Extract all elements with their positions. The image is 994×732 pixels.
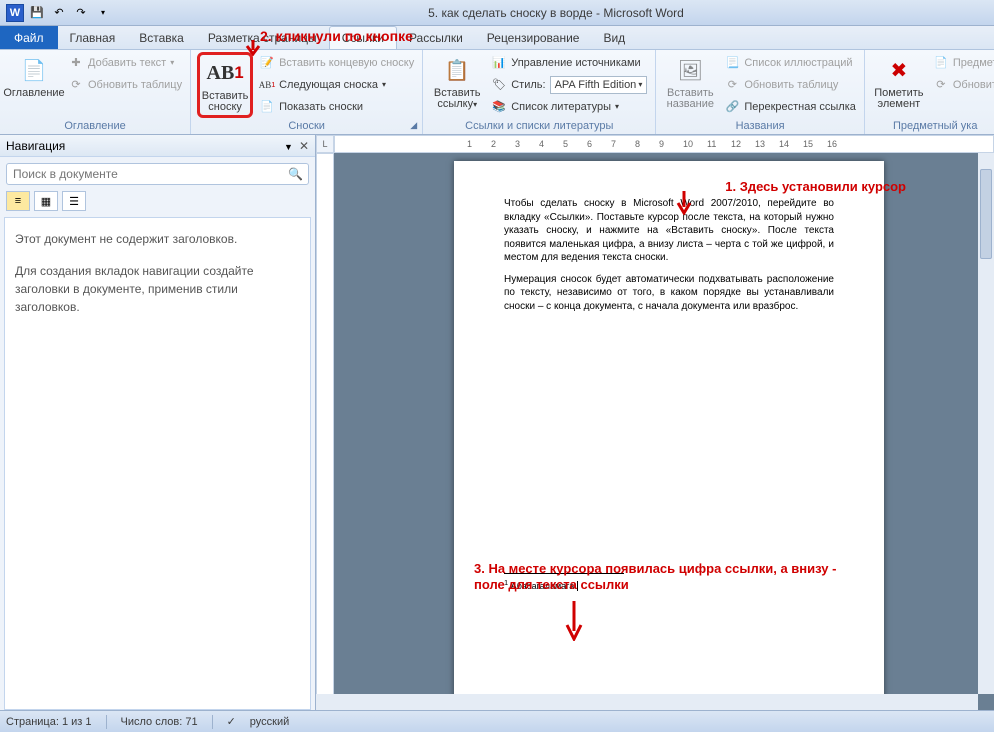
window-title: 5. как сделать сноску в ворде - Microsof… (118, 6, 994, 20)
next-footnote-button[interactable]: AB1Следующая сноска ▾ (257, 74, 416, 95)
manage-sources-button[interactable]: 📊Управление источниками (489, 52, 649, 73)
index-icon: 📄 (933, 55, 949, 71)
insert-footnote-button[interactable]: AB1 Вставить сноску (197, 52, 253, 118)
crossref-button[interactable]: 🔗Перекрестная ссылка (722, 96, 858, 117)
ribbon: 📄 Оглавление ✚Добавить текст ▾ ⟳Обновить… (0, 50, 994, 135)
manage-icon: 📊 (491, 55, 507, 71)
nav-title: Навигация (6, 139, 65, 153)
refresh-icon: ⟳ (68, 77, 84, 93)
nav-dropdown-icon[interactable]: ▼ (284, 142, 293, 152)
citation-icon: 📋 (441, 54, 473, 86)
nav-empty-2: Для создания вкладок навигации создайте … (15, 262, 300, 316)
ruler-toggle[interactable]: L (316, 135, 334, 153)
group-footnotes: AB1 Вставить сноску 📝Вставить концевую с… (191, 50, 423, 134)
group-toc: 📄 Оглавление ✚Добавить текст ▾ ⟳Обновить… (0, 50, 191, 134)
document-canvas[interactable]: 1. Здесь установили курсор Чтобы сделать… (334, 153, 994, 710)
status-words[interactable]: Число слов: 71 (121, 716, 198, 728)
mark-icon: ✖ (883, 54, 915, 86)
nav-search-input[interactable] (6, 163, 309, 185)
undo-icon[interactable]: ↶ (50, 4, 68, 22)
search-icon[interactable]: 🔍 (288, 167, 303, 181)
refresh-icon: ⟳ (724, 77, 740, 93)
nav-view-headings[interactable]: ≡ (6, 191, 30, 211)
proofing-icon[interactable]: ✓ (227, 715, 236, 728)
tab-insert[interactable]: Вставка (127, 26, 196, 49)
group-toc-label: Оглавление (6, 119, 184, 134)
doc-paragraph-1: Чтобы сделать сноску в Microsoft Word 20… (504, 197, 834, 265)
endnote-icon: 📝 (259, 55, 275, 71)
insert-citation-button[interactable]: 📋 Вставить ссылку▾ (429, 52, 485, 112)
mark-entry-button[interactable]: ✖ Пометить элемент (871, 52, 927, 112)
group-index: ✖ Пометить элемент 📄Предмет ⟳Обновит Пре… (865, 50, 994, 134)
toc-icon: 📄 (18, 54, 50, 86)
nav-empty-1: Этот документ не содержит заголовков. (15, 230, 300, 248)
document-area: L 1 2 3 4 5 6 7 8 9 10 11 12 13 14 15 16… (316, 135, 994, 710)
update-index-button[interactable]: ⟳Обновит (931, 74, 994, 95)
nav-view-pages[interactable]: ▦ (34, 191, 58, 211)
vertical-ruler[interactable] (316, 153, 334, 710)
tab-review[interactable]: Рецензирование (475, 26, 592, 49)
insert-endnote-button[interactable]: 📝Вставить концевую сноску (257, 52, 416, 73)
annotation-1: 1. Здесь установили курсор (725, 179, 906, 194)
plus-icon: ✚ (68, 55, 84, 71)
bibliography-icon: 📚 (491, 99, 507, 115)
group-index-label: Предметный ука (871, 119, 994, 134)
next-icon: AB1 (259, 77, 275, 93)
redo-icon[interactable]: ↷ (72, 4, 90, 22)
qat-dropdown-icon[interactable]: ▾ (94, 4, 112, 22)
tab-mailings[interactable]: Рассылки (397, 26, 475, 49)
scrollbar-thumb[interactable] (980, 169, 992, 259)
group-captions: 🖼 Вставить название 📃Список иллюстраций … (656, 50, 865, 134)
nav-header: Навигация ▼ ✕ (0, 135, 315, 157)
nav-view-results[interactable]: ☰ (62, 191, 86, 211)
group-citations-label: Ссылки и списки литературы (429, 119, 649, 134)
footnotes-dialog-launcher[interactable]: ◢ (407, 119, 420, 132)
update-toc-button[interactable]: ⟳Обновить таблицу (66, 74, 184, 95)
status-language[interactable]: русский (250, 716, 289, 728)
status-page[interactable]: Страница: 1 из 1 (6, 716, 92, 728)
insert-caption-button[interactable]: 🖼 Вставить название (662, 52, 718, 112)
crossref-icon: 🔗 (724, 99, 740, 115)
style-icon: 🏷 (491, 77, 507, 93)
toc-button[interactable]: 📄 Оглавление (6, 52, 62, 101)
ribbon-tabs: Файл Главная Вставка Разметка страницы С… (0, 26, 994, 50)
navigation-pane: Навигация ▼ ✕ 🔍 ≡ ▦ ☰ Этот документ не со… (0, 135, 316, 710)
group-footnotes-label: Сноски (197, 119, 416, 134)
doc-paragraph-2: Нумерация сносок будет автоматически под… (504, 273, 834, 314)
list-figures-button[interactable]: 📃Список иллюстраций (722, 52, 858, 73)
tab-file[interactable]: Файл (0, 26, 58, 49)
tab-home[interactable]: Главная (58, 26, 128, 49)
refresh-icon: ⟳ (933, 77, 949, 93)
arrow-down-icon (564, 601, 584, 641)
insert-index-button[interactable]: 📄Предмет (931, 52, 994, 73)
footnote-separator (504, 573, 624, 574)
update-captions-button[interactable]: ⟳Обновить таблицу (722, 74, 858, 95)
show-icon: 📄 (259, 99, 275, 115)
bibliography-button[interactable]: 📚Список литературы ▾ (489, 96, 649, 117)
save-icon[interactable]: 💾 (28, 4, 46, 22)
style-dropdown[interactable]: 🏷Стиль: APA Fifth Edition ▾ (489, 74, 649, 95)
footnote-icon: AB1 (209, 57, 241, 89)
caption-icon: 🖼 (674, 54, 706, 86)
title-bar: W 💾 ↶ ↷ ▾ 5. как сделать сноску в ворде … (0, 0, 994, 26)
tab-view[interactable]: Вид (591, 26, 637, 49)
tab-references[interactable]: Ссылки (329, 26, 397, 49)
vertical-scrollbar[interactable] (978, 153, 994, 694)
group-captions-label: Названия (662, 119, 858, 134)
show-footnotes-button[interactable]: 📄Показать сноски (257, 96, 416, 117)
add-text-button[interactable]: ✚Добавить текст ▾ (66, 52, 184, 73)
horizontal-ruler[interactable]: 1 2 3 4 5 6 7 8 9 10 11 12 13 14 15 16 (334, 135, 994, 153)
status-bar: Страница: 1 из 1 Число слов: 71 ✓ русски… (0, 710, 994, 732)
nav-close-icon[interactable]: ✕ (299, 139, 309, 153)
horizontal-scrollbar[interactable] (316, 694, 978, 710)
nav-body: Этот документ не содержит заголовков. Дл… (4, 217, 311, 710)
tab-layout[interactable]: Разметка страницы (196, 26, 329, 49)
group-citations: 📋 Вставить ссылку▾ 📊Управление источника… (423, 50, 656, 134)
footnote-1[interactable]: 1 Абабагаламага (504, 578, 834, 591)
word-app-icon: W (6, 4, 24, 22)
page[interactable]: 1. Здесь установили курсор Чтобы сделать… (454, 161, 884, 710)
list-icon: 📃 (724, 55, 740, 71)
